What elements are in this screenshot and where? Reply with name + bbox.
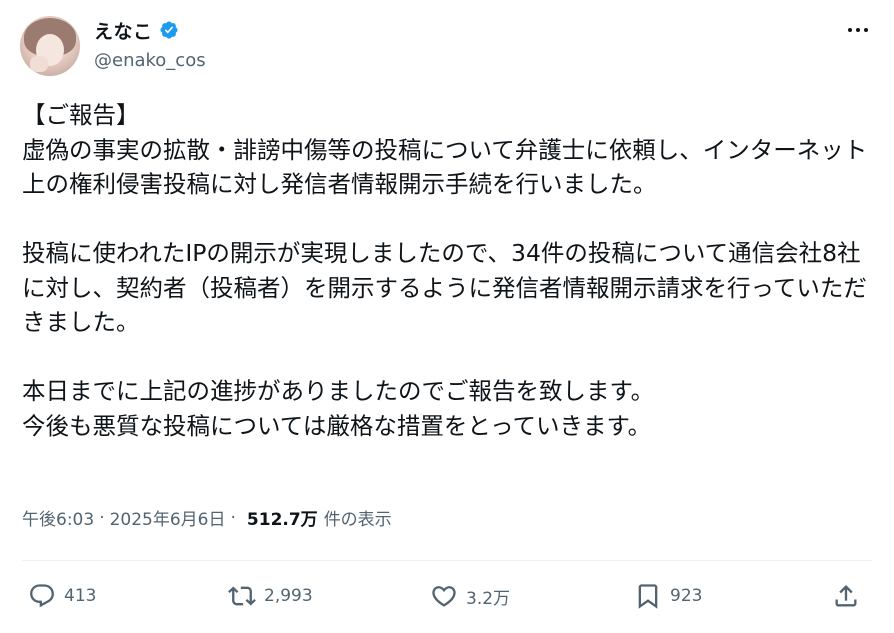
- reply-count: 413: [64, 586, 97, 606]
- reply-icon: [30, 584, 54, 608]
- like-icon: [432, 586, 456, 607]
- reply-button[interactable]: 413: [28, 576, 96, 616]
- bookmark-icon: [638, 584, 658, 609]
- author-display-name[interactable]: えなこ: [94, 17, 153, 44]
- bookmark-count: 923: [670, 586, 703, 606]
- author-name-row[interactable]: えなこ: [94, 17, 179, 43]
- tweet-card: えなこ @enako_cos 【ご報告】 虚偽の事実の拡散・誹謗中傷等の投稿につ…: [0, 0, 894, 633]
- tweet-text: 【ご報告】 虚偽の事実の拡散・誹謗中傷等の投稿について弁護士に依頼し、インターネ…: [22, 101, 868, 440]
- tweet-time[interactable]: 午後6:03: [22, 505, 94, 530]
- tweet-date[interactable]: 2025年6月6日: [110, 505, 226, 530]
- share-button[interactable]: [832, 576, 860, 616]
- share-icon: [835, 585, 857, 607]
- avatar[interactable]: [20, 16, 80, 76]
- tweet-meta: 午後6:03 · 2025年6月6日 · 512.7万 件の表示: [22, 505, 392, 531]
- repost-count: 2,993: [264, 586, 313, 606]
- like-count: 3.2万: [466, 588, 511, 609]
- action-bar: 413 2,993 3.2万 923: [22, 576, 872, 616]
- meta-separator: ·: [230, 507, 236, 528]
- views-count: 512.7万: [246, 510, 318, 530]
- divider: [22, 560, 872, 561]
- avatar-hand: [30, 56, 48, 72]
- more-options-icon[interactable]: [846, 20, 870, 40]
- author-handle[interactable]: @enako_cos: [94, 50, 206, 71]
- like-button[interactable]: 3.2万: [430, 576, 510, 616]
- verified-badge-icon[interactable]: [159, 20, 179, 40]
- repost-icon: [228, 586, 256, 606]
- views-label: 件の表示: [323, 510, 392, 530]
- bookmark-button[interactable]: 923: [634, 576, 702, 616]
- repost-button[interactable]: 2,993: [228, 576, 313, 616]
- meta-separator: ·: [99, 507, 105, 528]
